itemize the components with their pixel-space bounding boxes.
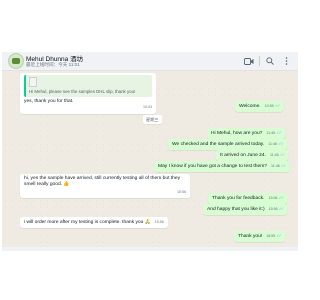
read-receipt-icon: ✓✓: [277, 141, 284, 146]
message-incoming[interactable]: i will order more after my testing is co…: [20, 217, 168, 229]
search-icon[interactable]: [264, 55, 276, 67]
message-time: 10:43: [143, 105, 152, 110]
message-outgoing[interactable]: May I know if you have got a change to t…: [154, 161, 290, 173]
read-receipt-icon: ✓✓: [278, 206, 285, 211]
message-time: 11:46: [268, 142, 277, 146]
quoted-message[interactable]: Hi Mehul, please see the samples DHL sli…: [24, 75, 152, 97]
chat-window: Mehul Dhunna 酒坊 最近上线时间：今天 11:01 Hi Mehul…: [0, 0, 300, 300]
message-outgoing[interactable]: Hi Mehul, how are you? 11:46✓✓: [207, 128, 285, 140]
message-text: Thank you!: [238, 234, 263, 239]
message-text: yes, thank you for that.: [24, 98, 74, 104]
message-time: 11:46: [271, 164, 280, 168]
message-text: hi, yes the sample have arrived, still c…: [24, 176, 181, 188]
read-receipt-icon: ✓✓: [279, 152, 286, 157]
message-time: 11:46: [266, 131, 276, 135]
header-actions: [243, 55, 292, 67]
message-time: 18:59: [266, 234, 276, 238]
read-receipt-icon: ✓✓: [280, 163, 287, 168]
message-text: Welcome.: [239, 104, 261, 109]
message-text: May I know if you have got a change to t…: [158, 164, 268, 169]
header-divider: [259, 56, 260, 66]
message-outgoing[interactable]: Thank you for feedback. 15:56✓✓: [208, 193, 288, 205]
message-incoming[interactable]: hi, yes the sample have arrived, still c…: [20, 174, 190, 198]
chat-header[interactable]: Mehul Dhunna 酒坊 最近上线时间：今天 11:01: [2, 52, 298, 71]
read-receipt-icon: ✓✓: [276, 130, 282, 135]
message-time: 15:56: [268, 207, 278, 211]
message-list[interactable]: Hi Mehul, please see the samples DHL sli…: [2, 71, 298, 247]
message-text: And happy that you like it:): [207, 207, 265, 212]
contact-last-seen: 最近上线时间：今天 11:01: [26, 62, 80, 67]
message-time: 15:56: [268, 196, 278, 200]
message-outgoing[interactable]: It arrived on June 24. 11:46✓✓: [216, 150, 289, 162]
video-call-icon[interactable]: [243, 55, 255, 67]
message-outgoing[interactable]: Thank you! 18:59✓✓: [234, 231, 285, 243]
read-receipt-icon: ✓✓: [276, 233, 282, 238]
message-text: Hi Mehul, how are you?: [211, 131, 263, 136]
read-receipt-icon: ✓✓: [274, 103, 281, 108]
message-text: Thank you for feedback.: [212, 196, 265, 201]
composer-bar-edge: [2, 247, 298, 251]
message-incoming[interactable]: Hi Mehul, please see the samples DHL sli…: [20, 73, 156, 114]
quoted-text: Hi Mehul, please see the samples DHL sli…: [29, 88, 136, 94]
message-time: 11:46: [269, 153, 279, 157]
read-receipt-icon: ✓✓: [278, 195, 284, 200]
document-thumbnail-icon: [29, 77, 37, 87]
message-time: 15:56: [154, 220, 164, 224]
message-text: We checked and the sample arrived today.: [172, 142, 265, 147]
message-text: It arrived on June 24.: [220, 153, 266, 158]
message-text: i will order more after my testing is co…: [24, 220, 151, 225]
message-time: 10:55: [264, 104, 274, 108]
message-outgoing[interactable]: And happy that you like it:) 15:56✓✓: [203, 204, 288, 216]
message-time: 15:56: [177, 189, 186, 194]
contact-avatar[interactable]: [8, 53, 24, 69]
menu-dots-icon[interactable]: [280, 55, 292, 67]
date-divider: 星期三: [143, 115, 162, 124]
message-outgoing[interactable]: Welcome. 10:55✓✓: [235, 101, 284, 113]
message-outgoing[interactable]: We checked and the sample arrived today.…: [168, 139, 287, 151]
